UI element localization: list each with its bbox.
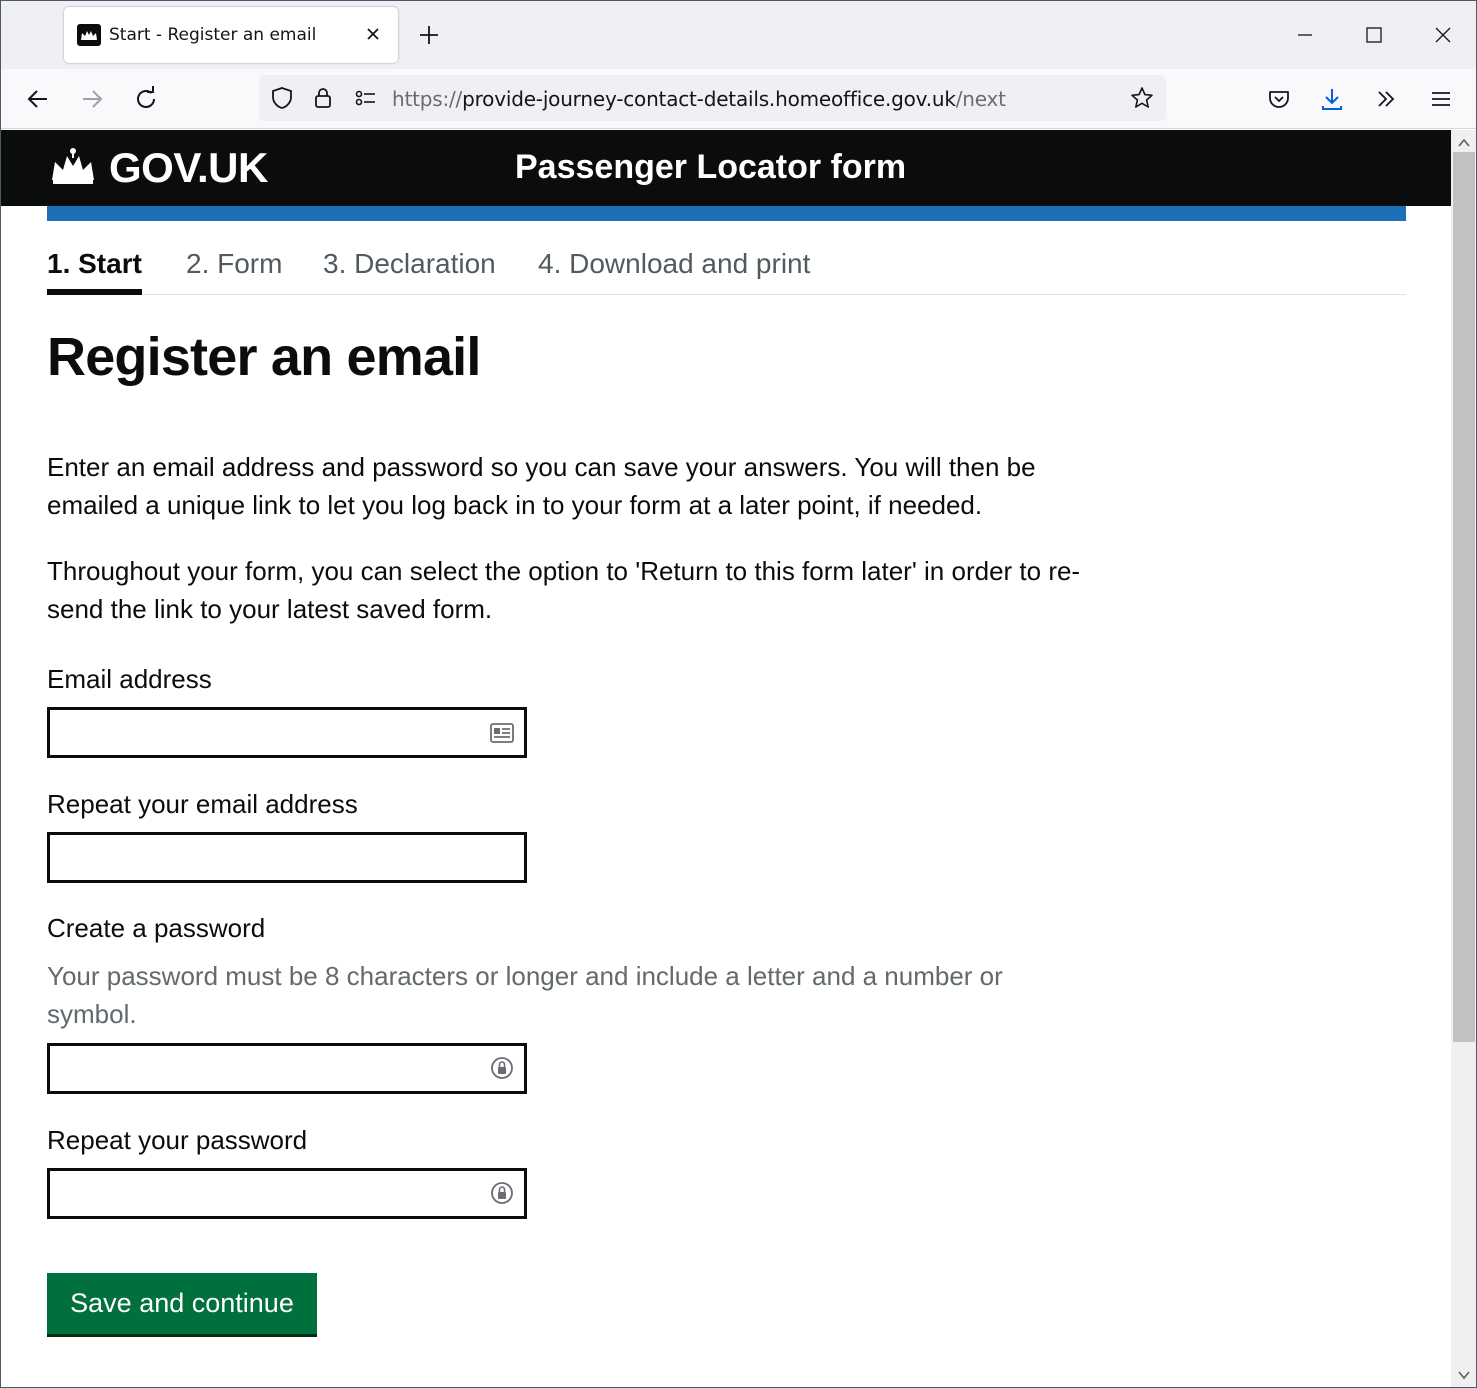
downloads-icon[interactable] <box>1318 85 1346 113</box>
govuk-header: GOV.UK Passenger Locator form <box>1 130 1451 206</box>
vertical-scrollbar[interactable] <box>1451 130 1476 1387</box>
minimize-icon[interactable] <box>1291 21 1319 49</box>
email-input[interactable] <box>47 707 527 758</box>
page-viewport: GOV.UK Passenger Locator form 1. Start 2… <box>1 130 1451 1387</box>
step-declaration[interactable]: 3. Declaration <box>323 248 496 280</box>
scroll-down-arrow-icon[interactable] <box>1457 1368 1471 1382</box>
page-title: Register an email <box>47 327 481 387</box>
govuk-logo-link[interactable]: GOV.UK <box>47 144 268 192</box>
close-tab-icon[interactable] <box>362 23 384 45</box>
url-text[interactable]: https://provide-journey-contact-details.… <box>392 87 1006 111</box>
intro-paragraph: Enter an email address and password so y… <box>47 452 1036 520</box>
tab-title: Start - Register an email <box>109 25 317 45</box>
govuk-wordmark: GOV.UK <box>109 144 268 191</box>
url-path: /next <box>955 87 1006 111</box>
url-host: provide-journey-contact-details.homeoffi… <box>462 87 956 111</box>
service-name-link[interactable]: Passenger Locator form <box>515 148 906 187</box>
crown-icon <box>47 146 99 191</box>
forward-arrow-icon[interactable] <box>78 85 106 113</box>
overflow-menu-icon[interactable] <box>1372 85 1400 113</box>
tracking-protection-shield-icon[interactable] <box>270 86 294 110</box>
password-manager-key-icon[interactable] <box>489 1180 515 1206</box>
new-tab-icon[interactable] <box>415 21 443 49</box>
url-scheme: https:// <box>392 87 463 111</box>
password-input[interactable] <box>47 1043 527 1094</box>
browser-window: Start - Register an email https://provid… <box>0 0 1477 1388</box>
bookmark-star-icon[interactable] <box>1130 86 1154 110</box>
email-label: Email address <box>47 664 212 694</box>
tab-strip: Start - Register an email <box>1 1 1476 69</box>
hamburger-menu-icon[interactable] <box>1427 85 1455 113</box>
repeat-email-input[interactable] <box>47 832 527 883</box>
step-start[interactable]: 1. Start <box>47 248 142 295</box>
password-label: Create a password <box>47 913 266 943</box>
address-bar[interactable]: https://provide-journey-contact-details.… <box>259 75 1166 121</box>
step-form[interactable]: 2. Form <box>186 248 282 280</box>
scroll-up-arrow-icon[interactable] <box>1457 136 1471 150</box>
back-arrow-icon[interactable] <box>24 85 52 113</box>
save-and-continue-button[interactable]: Save and continue <box>47 1273 317 1334</box>
password-hint: Your password must be 8 characters or lo… <box>47 961 1003 1029</box>
close-window-icon[interactable] <box>1429 21 1457 49</box>
step-download-print[interactable]: 4. Download and print <box>538 248 810 280</box>
repeat-email-label: Repeat your email address <box>47 789 358 819</box>
browser-tab[interactable]: Start - Register an email <box>64 7 398 63</box>
step-navigation: 1. Start 2. Form 3. Declaration 4. Downl… <box>47 248 1406 295</box>
navigation-toolbar: https://provide-journey-contact-details.… <box>1 69 1476 129</box>
return-later-paragraph: Throughout your form, you can select the… <box>47 556 1081 624</box>
lock-icon[interactable] <box>311 86 335 110</box>
maximize-icon[interactable] <box>1360 21 1388 49</box>
scrollbar-thumb[interactable] <box>1453 152 1475 1042</box>
permissions-icon[interactable] <box>353 86 377 110</box>
repeat-password-label: Repeat your password <box>47 1125 308 1155</box>
header-blue-bar <box>47 206 1406 221</box>
pocket-icon[interactable] <box>1265 85 1293 113</box>
crown-favicon-icon <box>77 24 101 46</box>
password-manager-key-icon[interactable] <box>489 1055 515 1081</box>
reload-icon[interactable] <box>132 85 160 113</box>
repeat-password-input[interactable] <box>47 1168 527 1219</box>
contact-card-autofill-icon[interactable] <box>489 720 515 746</box>
